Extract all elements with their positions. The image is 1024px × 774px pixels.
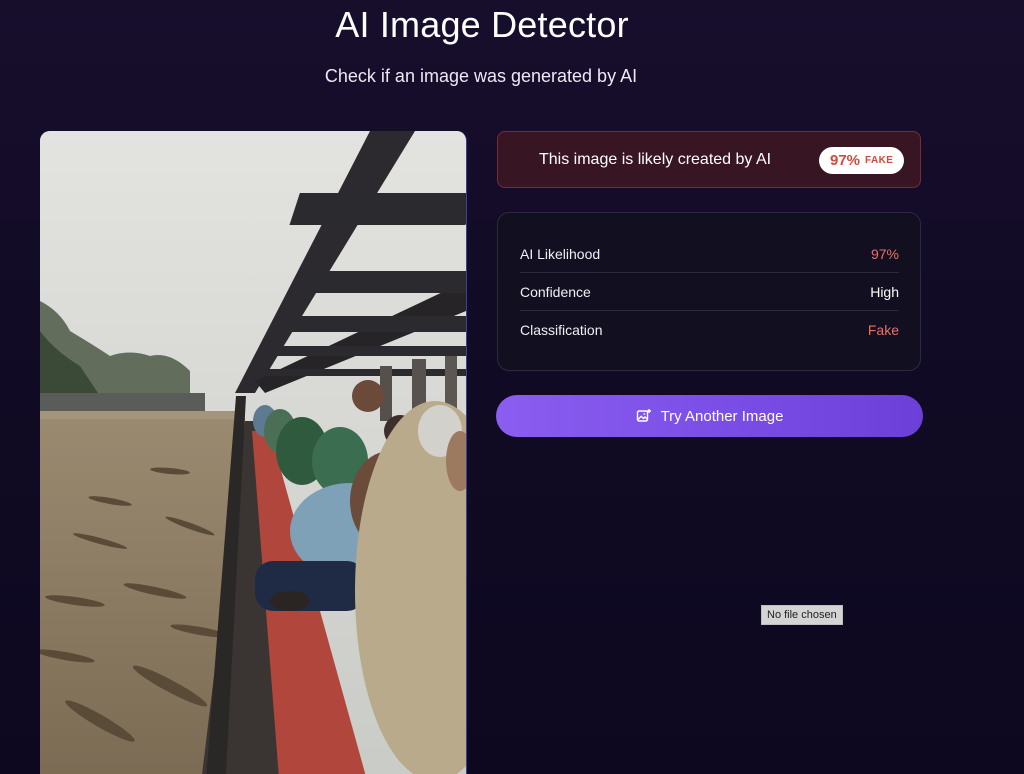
detail-value: Fake bbox=[867, 322, 899, 338]
verdict-text: This image is likely created by AI bbox=[539, 151, 772, 168]
image-add-icon bbox=[636, 408, 652, 424]
try-another-image-label: Try Another Image bbox=[660, 407, 784, 425]
fake-label: FAKE bbox=[865, 155, 894, 166]
detail-label: Classification bbox=[520, 322, 603, 338]
detail-row-classification: Classification Fake bbox=[520, 311, 899, 349]
uploaded-image-preview bbox=[40, 131, 467, 774]
try-another-image-button[interactable]: Try Another Image bbox=[496, 395, 923, 437]
detail-value: 97% bbox=[870, 245, 899, 262]
page-subtitle: Check if an image was generated by AI bbox=[324, 66, 638, 86]
fake-badge: 97% FAKE bbox=[819, 147, 905, 174]
detail-row-confidence: Confidence High bbox=[520, 273, 899, 311]
fake-percent: 97% bbox=[830, 152, 861, 169]
detail-value: High bbox=[870, 283, 899, 300]
analysis-details-card: AI Likelihood 97% Confidence High Classi… bbox=[497, 212, 921, 371]
file-input-status[interactable]: No file chosen bbox=[761, 605, 843, 625]
detail-row-ai-likelihood: AI Likelihood 97% bbox=[520, 235, 899, 273]
detail-label: Confidence bbox=[520, 283, 591, 300]
verdict-banner: This image is likely created by AI 97% F… bbox=[497, 131, 921, 188]
detail-label: AI Likelihood bbox=[520, 245, 601, 262]
page-title: AI Image Detector bbox=[335, 4, 629, 45]
